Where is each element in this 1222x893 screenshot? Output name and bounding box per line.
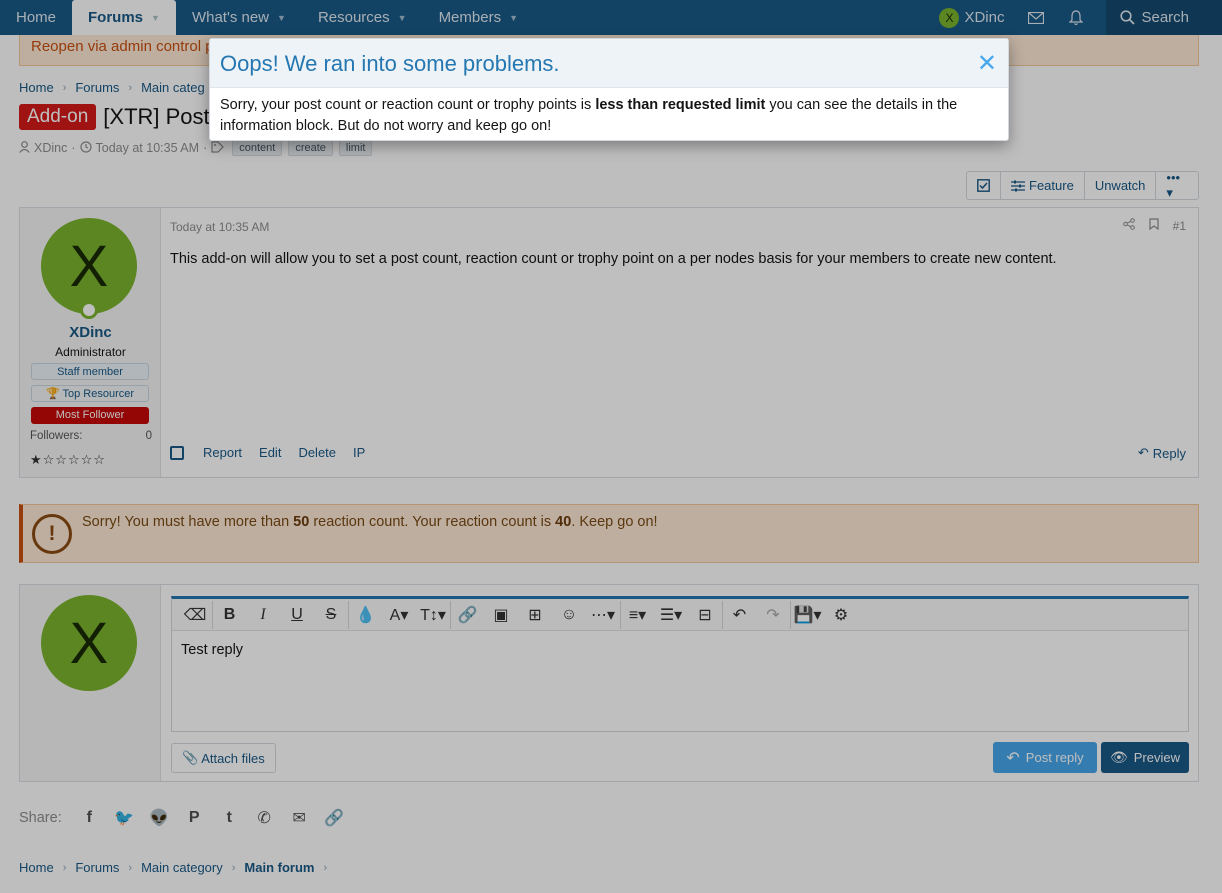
modal-title: Oops! We ran into some problems. (220, 51, 560, 76)
close-icon[interactable]: ✕ (977, 49, 997, 78)
modal-header: Oops! We ran into some problems. ✕ (210, 39, 1008, 88)
modal-body: Sorry, your post count or reaction count… (210, 88, 1008, 144)
modal-text-bold: less than requested limit (595, 97, 766, 113)
error-modal: Oops! We ran into some problems. ✕ Sorry… (209, 38, 1009, 141)
modal-text-pre: Sorry, your post count or reaction count… (220, 97, 596, 113)
